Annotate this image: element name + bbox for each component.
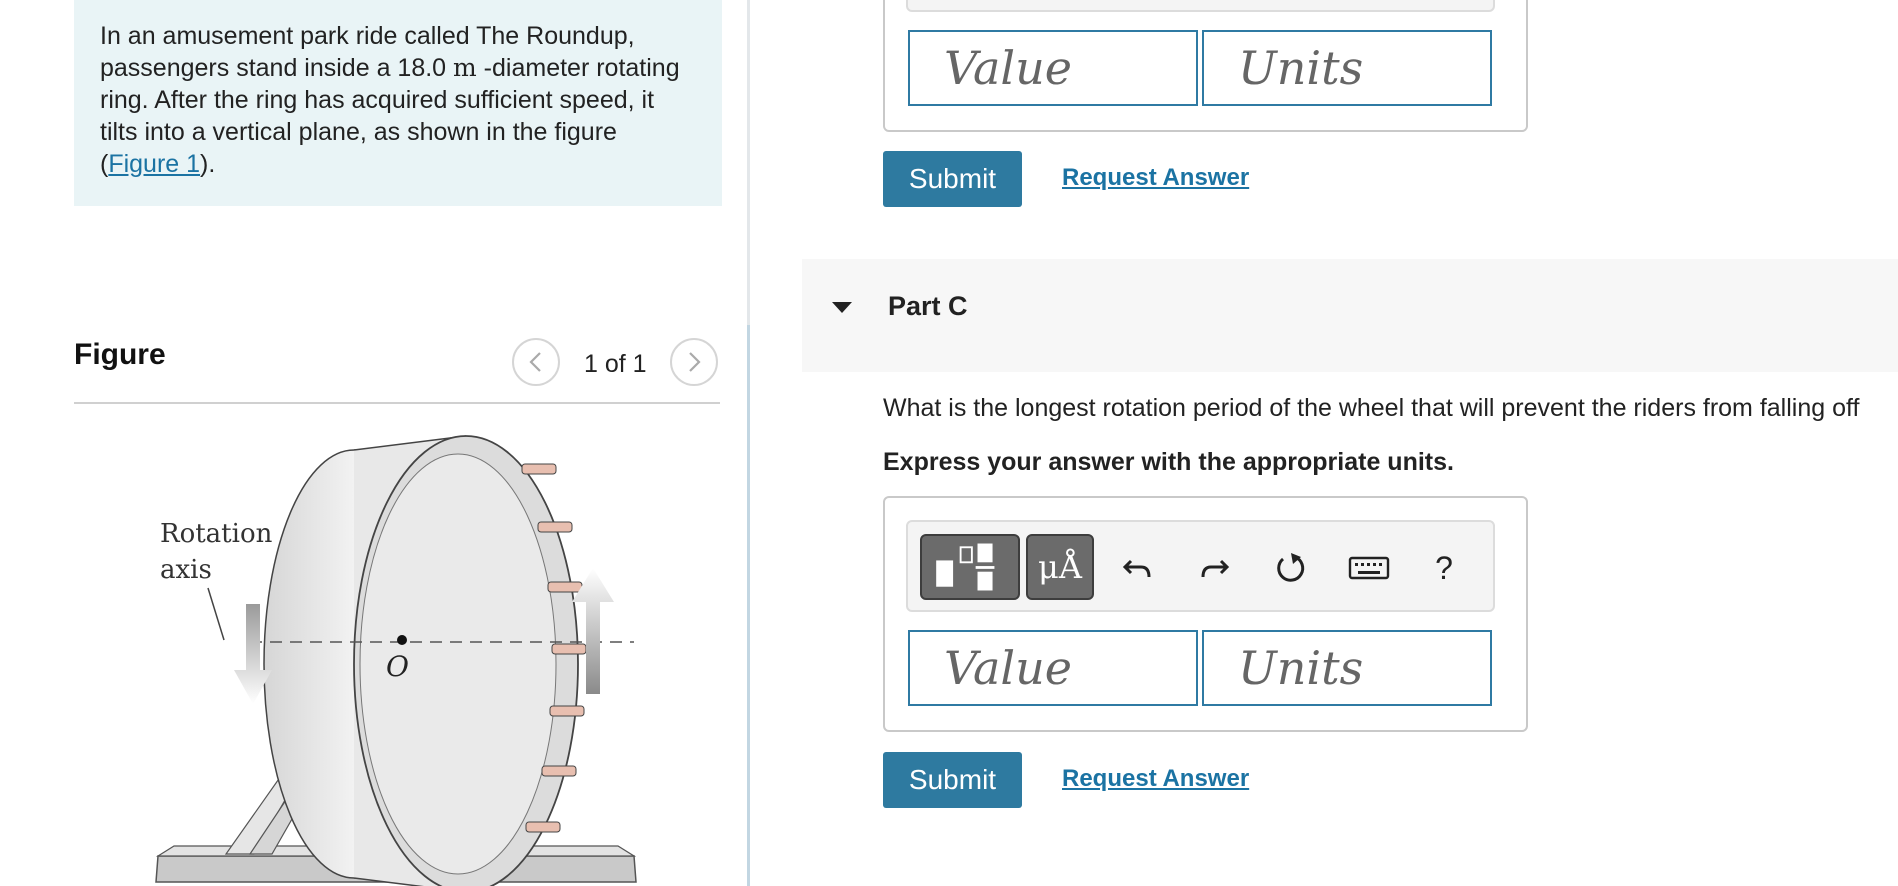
keyboard-button[interactable] — [1344, 548, 1394, 588]
template-icon — [936, 543, 995, 591]
units-button[interactable]: μÅ — [1026, 534, 1094, 600]
undo-button[interactable] — [1118, 548, 1158, 588]
center-label: O — [386, 650, 409, 683]
figure-counter: 1 of 1 — [584, 350, 647, 378]
redo-button[interactable] — [1194, 548, 1234, 588]
problem-statement: In an amusement park ride called The Rou… — [74, 0, 722, 206]
reset-icon — [1277, 553, 1305, 582]
diameter-unit: m — [453, 53, 477, 82]
part-b-units-input[interactable] — [1202, 30, 1492, 106]
part-b-request-answer-link[interactable]: Request Answer — [1062, 164, 1249, 192]
page: In an amusement park ride called The Rou… — [0, 0, 1898, 886]
part-b-toolbar — [906, 0, 1495, 12]
part-c-submit-button[interactable]: Submit — [883, 752, 1022, 808]
help-button[interactable]: ? — [1424, 548, 1464, 588]
part-c-question: What is the longest rotation period of t… — [883, 394, 1860, 422]
part-b-submit-button[interactable]: Submit — [883, 151, 1022, 207]
rotation-label: Rotation — [160, 519, 273, 549]
roundup-ride-figure: O Rotation axis — [74, 404, 720, 886]
redo-icon — [1201, 559, 1230, 578]
next-figure-button[interactable] — [670, 338, 718, 386]
column-divider — [747, 0, 750, 886]
figure-link[interactable]: Figure 1 — [108, 150, 200, 178]
part-c-instruction: Express your answer with the appropriate… — [883, 448, 1454, 476]
problem-text-end: ). — [200, 150, 216, 178]
roundup-illustration: O Rotation axis — [155, 435, 637, 886]
part-c-units-input[interactable] — [1202, 630, 1492, 706]
reset-button[interactable] — [1270, 548, 1310, 588]
part-c-value-input[interactable] — [908, 630, 1198, 706]
chevron-left-icon — [529, 352, 541, 372]
previous-figure-button[interactable] — [512, 338, 560, 386]
part-b-value-input[interactable] — [908, 30, 1198, 106]
part-c-title: Part C — [888, 291, 968, 321]
undo-icon — [1122, 559, 1151, 578]
axis-label: axis — [160, 555, 212, 585]
part-c-math-toolbar: μÅ ? — [906, 520, 1495, 612]
problem-text: In an amusement park ride called The Rou… — [100, 20, 696, 180]
help-icon: ? — [1435, 549, 1453, 586]
caret-down-icon — [832, 302, 852, 313]
figure-heading: Figure — [74, 338, 166, 371]
keyboard-icon — [1348, 556, 1390, 580]
part-c-header[interactable]: Part C — [802, 259, 1898, 372]
part-c-request-answer-link[interactable]: Request Answer — [1062, 765, 1249, 793]
chevron-right-icon — [689, 352, 701, 372]
units-icon: μÅ — [1038, 548, 1082, 586]
template-button[interactable] — [920, 534, 1020, 600]
